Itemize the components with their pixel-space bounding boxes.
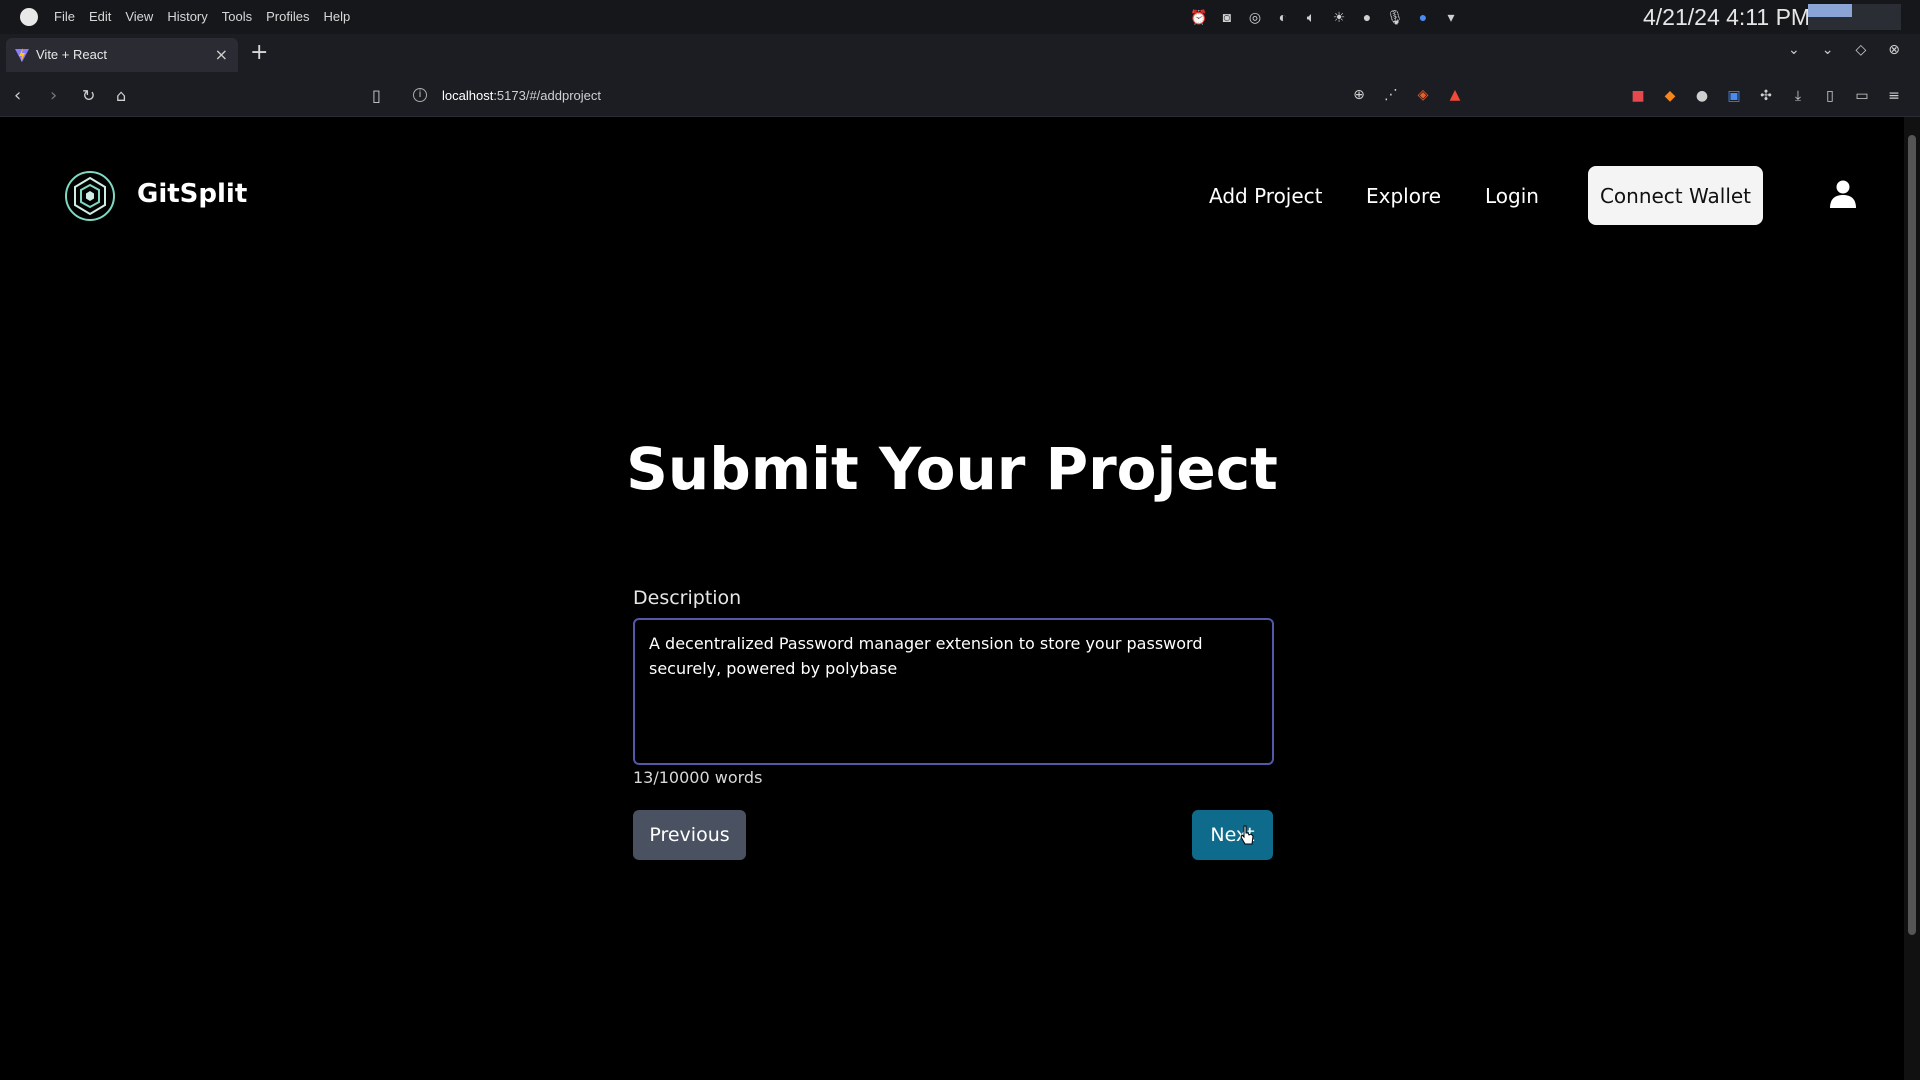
alarm-icon[interactable]: ⏰ [1190,8,1208,26]
brand-name[interactable]: GitSplit [137,179,247,209]
tab-strip: Vite + React × + ⌄ ⌄ ◇ ⊗ [0,34,1920,76]
nav-add-project[interactable]: Add Project [1209,184,1323,208]
page: GitSplit Add Project Explore Login Conne… [0,117,1904,1080]
scrollbar[interactable] [1904,117,1920,1080]
window-controls: ⌄ ⌄ ◇ ⊗ [1788,42,1900,58]
menu-view[interactable]: View [125,9,153,24]
connect-wallet-button[interactable]: Connect Wallet [1588,166,1763,225]
share-icon[interactable]: ⋰ [1382,86,1400,104]
chat-icon[interactable]: ● [1358,8,1376,26]
gitsplit-logo-icon[interactable] [64,170,116,222]
user-icon[interactable] [1830,180,1856,208]
description-label: Description [633,587,742,609]
back-icon[interactable]: ‹ [14,85,21,106]
vite-icon [15,48,29,62]
dropdown-icon[interactable]: ▾ [1442,8,1460,26]
nav-explore[interactable]: Explore [1366,184,1441,208]
workspace-indicator[interactable] [1808,4,1901,30]
new-tab-button[interactable]: + [250,40,268,65]
system-tray: ⏰ ◙ ◎ ◐ 🔈︎ ☀ ● 🎙︎ ● ▾ [1190,8,1460,26]
bookmark-icon[interactable]: ▯ [372,86,381,105]
steam-icon[interactable]: ◎ [1246,8,1264,26]
browser-tab[interactable]: Vite + React × [6,38,238,72]
nightlight-icon[interactable]: ◐ [1274,8,1292,26]
menu-profiles[interactable]: Profiles [266,9,309,24]
extension-circle-icon[interactable]: ● [1692,86,1712,106]
url-path: :5173/#/addproject [493,88,602,103]
word-count: 13/10000 words [633,768,763,787]
metamask-icon[interactable]: ◆ [1660,86,1680,106]
close-icon[interactable]: × [215,45,228,64]
extensions-icon[interactable]: ✣ [1756,86,1776,106]
clock[interactable]: 4/21/24 4:11 PM [1643,4,1810,31]
menu-help[interactable]: Help [323,9,350,24]
zoom-icon[interactable]: ⊕ [1350,86,1368,104]
os-top-bar: File Edit View History Tools Profiles He… [0,0,1920,34]
brave-shield-icon[interactable]: ◈ [1414,86,1432,104]
app-menu: File Edit View History Tools Profiles He… [54,9,350,24]
vpn-icon[interactable]: ● [1414,8,1432,26]
menu-file[interactable]: File [54,9,75,24]
menu-edit[interactable]: Edit [89,9,111,24]
brave-rewards-icon[interactable]: ▲ [1446,86,1464,104]
maximize-icon[interactable]: ◇ [1855,42,1866,58]
minimize-icon[interactable]: ⌄ [1822,42,1834,58]
previous-button[interactable]: Previous [633,810,746,860]
reload-icon[interactable]: ↻ [82,86,95,105]
microphone-icon[interactable]: 🎙︎ [1386,8,1404,26]
discord-icon[interactable]: ◙ [1218,8,1236,26]
home-icon[interactable]: ⌂ [116,86,126,105]
nav-login[interactable]: Login [1485,184,1539,208]
address-actions: ⊕ ⋰ ◈ ▲ [1350,86,1464,104]
menu-tools[interactable]: Tools [222,9,252,24]
tab-title: Vite + React [36,47,107,62]
sidebar-icon[interactable]: ▯ [1820,86,1840,106]
extension-red-icon[interactable]: ■ [1628,86,1648,106]
menu-history[interactable]: History [167,9,207,24]
site-info-icon[interactable]: i [413,88,427,102]
description-textarea[interactable]: A decentralized Password manager extensi… [633,618,1274,765]
translate-icon[interactable]: ▣ [1724,86,1744,106]
forward-icon[interactable]: › [50,85,57,106]
page-title: Submit Your Project [626,435,1278,503]
url-field[interactable]: localhost:5173/#/addproject [442,88,601,103]
brightness-icon[interactable]: ☀ [1330,8,1348,26]
close-window-icon[interactable]: ⊗ [1888,42,1900,58]
pointer-cursor-icon [1240,825,1254,845]
app-logo-icon[interactable] [20,8,38,26]
menu-icon[interactable]: ≡ [1884,86,1904,106]
chevron-down-icon[interactable]: ⌄ [1788,42,1800,58]
download-icon[interactable]: ⤓ [1788,86,1808,106]
extension-icons: ■ ◆ ● ▣ ✣ ⤓ ▯ ▭ ≡ [1628,86,1904,106]
wallet-icon[interactable]: ▭ [1852,86,1872,106]
address-bar: ‹ › ↻ ⌂ ▯ i localhost:5173/#/addproject … [0,76,1920,117]
next-button[interactable]: Next [1192,810,1273,860]
volume-icon[interactable]: 🔈︎ [1302,8,1320,26]
url-host: localhost [442,88,494,103]
